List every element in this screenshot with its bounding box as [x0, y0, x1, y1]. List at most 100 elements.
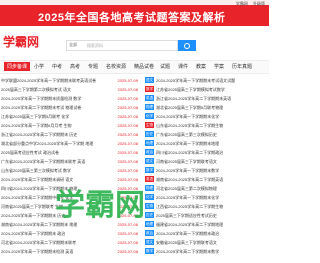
list-item-date: 2025-07-08 — [117, 249, 138, 254]
list-item-title[interactable]: 2024-2025学年高一下学期期末 政治 — [1, 231, 111, 237]
search-placeholder: 搜索资料 — [87, 42, 103, 48]
list-item[interactable]: 语文 河南省2025届高三下学期联考语文 — [145, 157, 269, 166]
list-item-title[interactable]: 江苏省2025届高三下学期5月联考 化学 — [1, 114, 111, 120]
list-item-title[interactable]: 2024-2025学年高一下学期期末数学 — [156, 168, 268, 174]
list-item[interactable]: 数学 2024-2025学年高二下学期期末数学 — [145, 247, 269, 256]
list-item[interactable]: 数学 2024-2025学年高一下学期期末数学 — [145, 166, 269, 175]
latest-list: 中学联盟2024-2025学年高一下学期期末联考英语试卷 2025-07-09 20… — [0, 76, 140, 258]
nav-item[interactable]: 课件 — [178, 63, 188, 70]
top-banner[interactable]: 2025年全国各地高考试题答案及解析 — [0, 0, 269, 26]
nav-item[interactable]: 同步备课 — [4, 62, 31, 71]
list-item-title[interactable]: 四川省2024-2025学年高二下学期政治 — [156, 150, 268, 156]
list-item[interactable]: 2025届高三下学期第二次模拟考试 语文 2025-07-08 — [0, 85, 140, 94]
search-category-select[interactable]: 全部 — [69, 42, 77, 48]
list-item-title[interactable]: 2024-2025学年高一下学期期末质量检测 数学 — [1, 96, 111, 102]
list-item-title[interactable]: 2024-2025学年高一下学期期末检测 英语 — [1, 249, 111, 255]
subject-badge: 数学 — [145, 248, 154, 254]
list-item-title[interactable]: 2024-2025学年高一下学期期末化学 — [156, 114, 268, 120]
nav-item[interactable]: 精品试卷 — [134, 63, 154, 70]
list-item-title[interactable]: 山东省2024-2025学年高二下学期生物 — [156, 123, 268, 129]
list-item-title[interactable]: 广东省2024-2025学年高一下学期期末联考 英语 — [1, 159, 111, 165]
list-item-date: 2025-07-08 — [117, 231, 138, 236]
search-input[interactable]: 全部 搜索资料 — [66, 40, 178, 51]
top-link[interactable]: 学霸网 — [236, 1, 248, 6]
list-item[interactable]: 语文 安徽省2025届高三下学期联考语文 — [145, 238, 269, 247]
list-item-title[interactable]: 2024-2025学年高一下学期期末地理 — [156, 141, 268, 147]
nav-item[interactable]: 专题 — [88, 63, 98, 70]
list-item[interactable]: 2024-2025学年高一下学期期末质量检测 数学 2025-07-08 — [0, 94, 140, 103]
search-button[interactable] — [178, 40, 196, 51]
list-item[interactable]: 地理 2024-2025学年高一下学期期末地理 — [145, 139, 269, 148]
list-item[interactable]: 历史 广东省2025届高三第三次模拟历史 — [145, 130, 269, 139]
list-item[interactable]: 生物 山东省2024-2025学年高二下学期生物 — [145, 121, 269, 130]
list-item-date: 2025-07-08 — [117, 168, 138, 173]
list-item-title[interactable]: 河北省2024-2025学年高二下学期期末联考 — [1, 240, 111, 246]
list-item[interactable]: 政治 2024-2025学年高一下学期期末政治 — [145, 229, 269, 238]
watermark-logo: 学霸网 — [55, 180, 215, 223]
list-item[interactable]: 物理 湖北省2025届高三下学期5月联考物理 — [145, 103, 269, 112]
list-item-title[interactable]: 湖北省2025届高三下学期5月联考物理 — [156, 105, 268, 111]
list-item-date: 2025-07-08 — [117, 141, 138, 146]
subject-badge: 地理 — [145, 221, 154, 227]
list-item[interactable]: 2024-2025学年高一下学期6月月考 生物 2025-07-08 — [0, 121, 140, 130]
nav-item[interactable]: 学案 — [214, 63, 224, 70]
list-item-date: 2025-07-09 — [117, 78, 138, 83]
list-item-title[interactable]: 中学联盟2024-2025学年高一下学期期末联考英语试卷 — [1, 78, 111, 84]
site-logo[interactable]: 学霸网 — [3, 33, 39, 50]
list-item-title[interactable]: 2024-2025学年高一下学期期末政治 — [156, 231, 268, 237]
nav-item[interactable]: 中考 — [52, 63, 62, 70]
list-item[interactable]: 2024-2025学年高一下学期期末检测 英语 2025-07-08 — [0, 247, 140, 256]
list-item-title[interactable]: 2024-2025学年高一下学期期末考试语文试题 — [156, 78, 268, 84]
list-item[interactable]: 语文 2024-2025学年高一下学期期末考试语文试题 — [145, 76, 269, 85]
list-item-date: 2025-07-08 — [117, 132, 138, 137]
top-links: 学霸网 升级版 — [232, 1, 265, 7]
list-item-title[interactable]: 广东省2025届高三第三次模拟历史 — [156, 132, 268, 138]
list-item[interactable]: 湖北省部分重点中学2024-2025学年高一下学期 地理 2025-07-08 — [0, 139, 140, 148]
search-icon — [184, 43, 190, 49]
list-item[interactable]: 数学 江苏省2025届高三下学期模拟考试数学 — [145, 85, 269, 94]
subject-badge: 物理 — [145, 104, 154, 110]
subject-badge: 历史 — [145, 131, 154, 137]
main-nav: 同步备课 小学 中考 高考 专题 名校资源 精品试卷 试题 课件 教案 学案 历… — [0, 60, 269, 74]
list-item-title[interactable]: 浙江省2024-2025学年高二下学期期末英语 — [156, 96, 268, 102]
list-item[interactable]: 江苏省2025届高三下学期5月联考 化学 2025-07-08 — [0, 112, 140, 121]
list-item-title[interactable]: 2024-2025学年高二下学期期末数学 — [156, 249, 268, 255]
nav-item[interactable]: 教案 — [196, 63, 206, 70]
list-item-title[interactable]: 河南省2025届高三下学期联考语文 — [156, 159, 268, 165]
banner-strip — [0, 0, 269, 5]
subject-badge: 数学 — [145, 86, 154, 92]
list-item-title[interactable]: 安徽省2025届高三下学期联考语文 — [156, 240, 268, 246]
subject-badge: 语文 — [145, 239, 154, 245]
list-item[interactable]: 浙江省2024-2025学年高二下学期期末 历史 2025-07-08 — [0, 130, 140, 139]
list-item[interactable]: 2025届高考适应性考试 政治试卷 2025-07-08 — [0, 148, 140, 157]
list-item[interactable]: 河北省2024-2025学年高二下学期期末联考 2025-07-08 — [0, 238, 140, 247]
list-item-title[interactable]: 江苏省2025届高三下学期模拟考试数学 — [156, 87, 268, 93]
list-item-title[interactable]: 2025届高考适应性考试 政治试卷 — [1, 150, 111, 156]
list-item[interactable]: 政治 四川省2024-2025学年高二下学期政治 — [145, 148, 269, 157]
nav-item[interactable]: 试题 — [160, 63, 170, 70]
list-item-title[interactable]: 2025届高三下学期第二次模拟考试 语文 — [1, 87, 111, 93]
list-item-title[interactable]: 浙江省2024-2025学年高二下学期期末 历史 — [1, 132, 111, 138]
nav-item[interactable]: 名校资源 — [106, 63, 126, 70]
list-item-title[interactable]: 湖北省部分重点中学2024-2025学年高一下学期 地理 — [1, 141, 111, 147]
list-item-title[interactable]: 福建省2024-2025学年高二下学期地理 — [156, 222, 268, 228]
list-item[interactable]: 化学 2024-2025学年高一下学期期末化学 — [145, 112, 269, 121]
subject-badge: 政治 — [145, 149, 154, 155]
top-link[interactable]: 升级版 — [253, 1, 265, 6]
list-item[interactable]: 地理 福建省2024-2025学年高二下学期地理 — [145, 220, 269, 229]
list-item-title[interactable]: 山东省2025届高三第三次模拟考试 数学 — [1, 168, 111, 174]
list-item-date: 2025-07-08 — [117, 240, 138, 245]
list-item-title[interactable]: 2024-2025学年高一下学期6月月考 生物 — [1, 123, 111, 129]
banner-text: 2025年全国各地高考试题答案及解析 — [38, 12, 226, 24]
nav-item[interactable]: 高考 — [70, 63, 80, 70]
list-item[interactable]: 中学联盟2024-2025学年高一下学期期末联考英语试卷 2025-07-09 — [0, 76, 140, 85]
list-item[interactable]: 英语 浙江省2024-2025学年高二下学期期末英语 — [145, 94, 269, 103]
list-item-title[interactable]: 2024-2025学年高二下学期期末考试 物理试卷 — [1, 105, 111, 111]
list-item[interactable]: 山东省2025届高三第三次模拟考试 数学 2025-07-08 — [0, 166, 140, 175]
nav-item[interactable]: 小学 — [34, 63, 44, 70]
subject-badge: 语文 — [145, 158, 154, 164]
list-item[interactable]: 2024-2025学年高一下学期期末 政治 2025-07-08 — [0, 229, 140, 238]
nav-item[interactable]: 历年真题 — [232, 63, 252, 70]
list-item[interactable]: 广东省2024-2025学年高一下学期期末联考 英语 2025-07-08 — [0, 157, 140, 166]
list-item[interactable]: 2024-2025学年高二下学期期末考试 物理试卷 2025-07-08 — [0, 103, 140, 112]
